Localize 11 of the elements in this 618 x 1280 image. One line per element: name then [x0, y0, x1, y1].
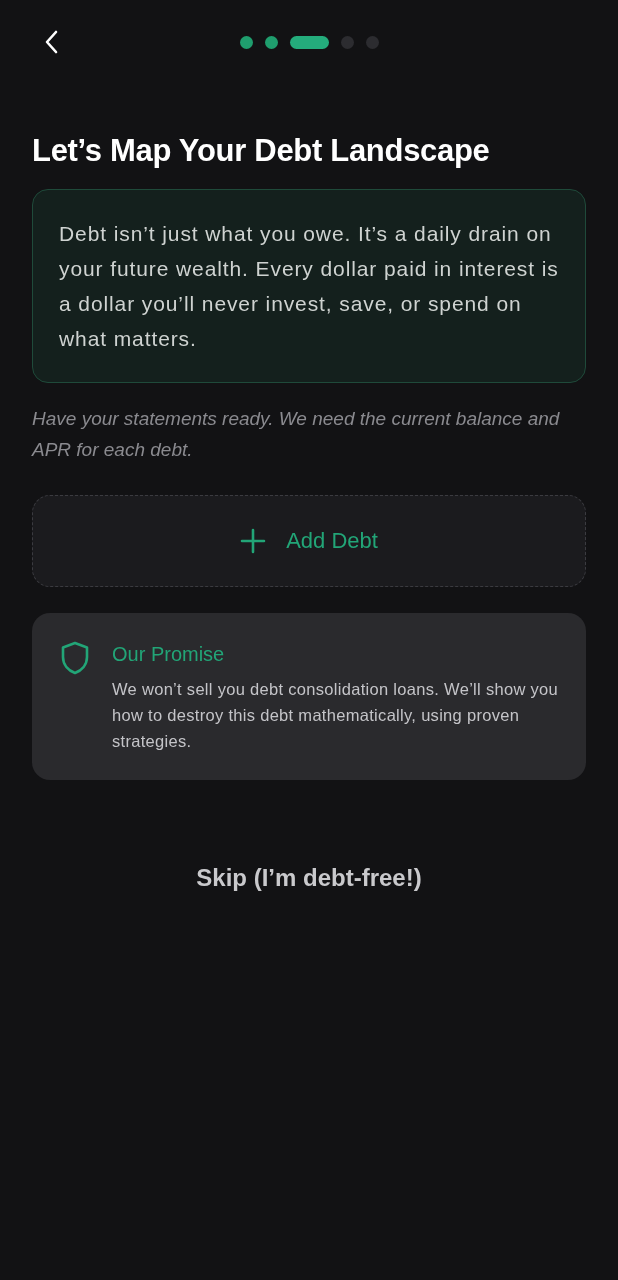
- promise-text: We won’t sell you debt consolidation loans. We’ll show you how to destroy this debt mathematically, using proven strategies.: [112, 679, 560, 753]
- page-title: Let’s Map Your Debt Landscape: [32, 132, 491, 170]
- plus-icon: [240, 528, 267, 555]
- back-icon: [44, 30, 58, 54]
- add-debt-label: Add Debt: [286, 528, 378, 555]
- shield-icon: [60, 641, 90, 676]
- promise-title: Our Promise: [112, 643, 226, 667]
- skip-button[interactable]: Skip (I’m debt-free!): [186, 858, 432, 899]
- intro-card: Debt isn’t just what you owe. It’s a daily drain on your future wealth. Every dollar paid in interest is a dollar you’ll never invest, save, or spend on what matters.: [32, 189, 586, 384]
- note-text: Have your statements ready. We need the current balance and APR for each debt.: [32, 407, 561, 463]
- add-debt-button[interactable]: Add Debt: [32, 495, 586, 588]
